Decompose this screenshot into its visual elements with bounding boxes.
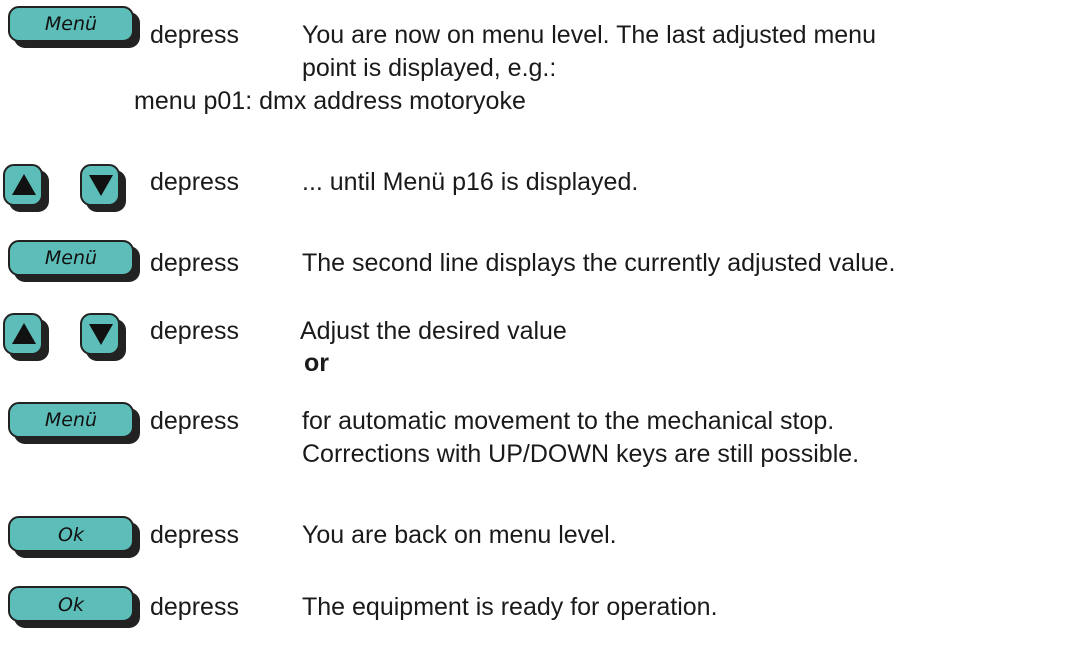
- depress-label: depress: [150, 21, 239, 49]
- step-4-text: Adjust the desired value: [300, 317, 567, 345]
- depress-label: depress: [150, 317, 239, 345]
- ok-key[interactable]: Ok: [8, 586, 134, 622]
- step-2-text: ... until Menü p16 is displayed.: [302, 168, 639, 196]
- step-1-example: menu p01: dmx address motoryoke: [134, 87, 526, 115]
- step-7-text: The equipment is ready for operation.: [302, 593, 718, 621]
- menu-key-label: Menü: [44, 13, 98, 35]
- ok-key-label: Ok: [58, 594, 84, 616]
- ok-key[interactable]: Ok: [8, 516, 134, 552]
- depress-label: depress: [150, 407, 239, 435]
- step-5-text-line-1: for automatic movement to the mechanical…: [302, 407, 835, 435]
- ok-key-label: Ok: [58, 524, 84, 546]
- depress-label: depress: [150, 168, 239, 196]
- step-6-text: You are back on menu level.: [302, 521, 617, 549]
- arrow-down-icon: [89, 324, 113, 345]
- menu-key-label: Menü: [44, 247, 98, 269]
- arrow-down-icon: [89, 175, 113, 196]
- step-4-or: or: [304, 349, 329, 377]
- step-1-text-line-2: point is displayed, e.g.:: [302, 54, 557, 82]
- arrow-up-icon: [12, 323, 36, 344]
- step-1-text-line-1: You are now on menu level. The last adju…: [302, 21, 876, 49]
- menu-key-label: Menü: [44, 409, 98, 431]
- up-arrow-key[interactable]: [3, 164, 43, 206]
- depress-label: depress: [150, 521, 239, 549]
- depress-label: depress: [150, 249, 239, 277]
- menu-key[interactable]: Menü: [8, 240, 134, 276]
- down-arrow-key[interactable]: [80, 313, 120, 355]
- step-5-text-line-2: Corrections with UP/DOWN keys are still …: [302, 440, 860, 468]
- arrow-up-icon: [12, 174, 36, 195]
- menu-key[interactable]: Menü: [8, 402, 134, 438]
- up-arrow-key[interactable]: [3, 313, 43, 355]
- down-arrow-key[interactable]: [80, 164, 120, 206]
- step-3-text: The second line displays the currently a…: [302, 249, 896, 277]
- depress-label: depress: [150, 593, 239, 621]
- menu-key[interactable]: Menü: [8, 6, 134, 42]
